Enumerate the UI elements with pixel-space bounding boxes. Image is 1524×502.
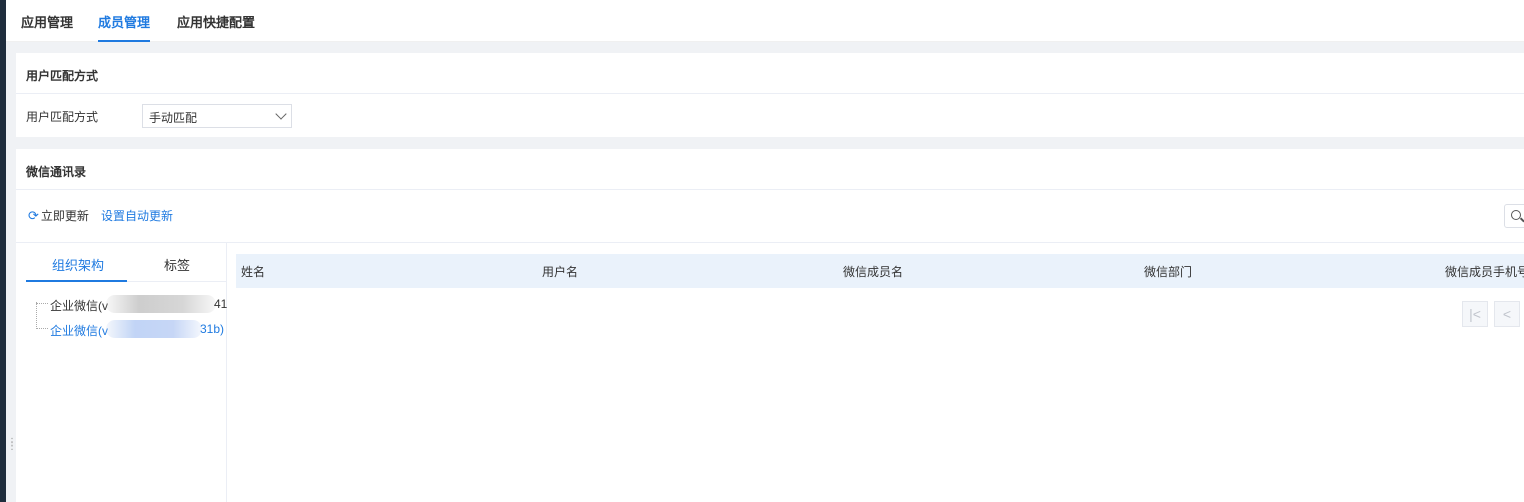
tree-node[interactable]: 企业微信(v: [50, 297, 108, 314]
panel-title: 微信通讯录: [26, 165, 87, 179]
tree-node-suffix: 41: [214, 297, 228, 311]
refresh-now-button[interactable]: ⟳ 立即更新: [28, 207, 89, 224]
tab-app-shortcut-config[interactable]: 应用快捷配置: [177, 12, 255, 42]
first-page-button[interactable]: |<: [1462, 301, 1488, 327]
refresh-label: 立即更新: [40, 209, 89, 223]
refresh-icon: ⟳: [28, 208, 39, 223]
search-button[interactable]: [1504, 204, 1524, 228]
resize-handle-icon[interactable]: ⋮ ⋮: [7, 438, 17, 455]
search-icon-handle: [1520, 217, 1524, 223]
tree-node-prefix: 企业微信(v: [50, 324, 108, 338]
tree-tab-org[interactable]: 组织架构: [52, 255, 104, 274]
match-mode-select[interactable]: 手动匹配: [142, 104, 292, 128]
column-header[interactable]: 微信部门: [1144, 263, 1192, 280]
top-tab-bar: 应用管理 成员管理 应用快捷配置: [6, 0, 1524, 42]
tab-member-management[interactable]: 成员管理: [98, 12, 151, 42]
column-header[interactable]: 用户名: [542, 263, 578, 280]
tree-node-prefix: 企业微信(v: [50, 299, 108, 313]
column-header[interactable]: 姓名: [241, 263, 265, 280]
column-header[interactable]: 微信成员名: [843, 263, 903, 280]
match-mode-label: 用户匹配方式: [26, 110, 99, 124]
divider: [16, 242, 1524, 243]
divider: [16, 189, 1524, 190]
tree-node-suffix: 31b): [200, 322, 225, 336]
prev-page-button[interactable]: <: [1494, 301, 1520, 327]
panel-title: 用户匹配方式: [26, 69, 99, 83]
chevron-down-icon: [275, 108, 287, 120]
tree-tab-tags[interactable]: 标签: [164, 255, 190, 274]
auto-update-link[interactable]: 设置自动更新: [101, 207, 173, 224]
left-nav-rail: [0, 0, 6, 502]
redacted-mask: [106, 295, 216, 313]
tree-node[interactable]: 企业微信(v: [50, 322, 108, 339]
org-tree-pane: 组织架构 标签 企业微信(v 41 企业微信(v 31b): [26, 242, 227, 502]
tab-app-management[interactable]: 应用管理: [21, 12, 73, 42]
divider: [16, 93, 1524, 94]
user-match-panel: 用户匹配方式 用户匹配方式 手动匹配: [16, 53, 1524, 137]
active-tab-indicator: [26, 280, 127, 282]
tree-connector: [36, 328, 48, 329]
redacted-mask: [106, 320, 202, 338]
select-value: 手动匹配: [149, 111, 198, 125]
tree-connector: [36, 303, 48, 304]
column-header[interactable]: 微信成员手机号: [1445, 263, 1524, 280]
tree-connector: [36, 302, 37, 329]
table-header: 姓名 用户名 微信成员名 微信部门 微信成员手机号: [236, 254, 1524, 288]
wechat-contacts-panel: 微信通讯录 ⟳ 立即更新 设置自动更新 组织架构 标签 企业微信(v 41 企业微…: [16, 149, 1524, 502]
